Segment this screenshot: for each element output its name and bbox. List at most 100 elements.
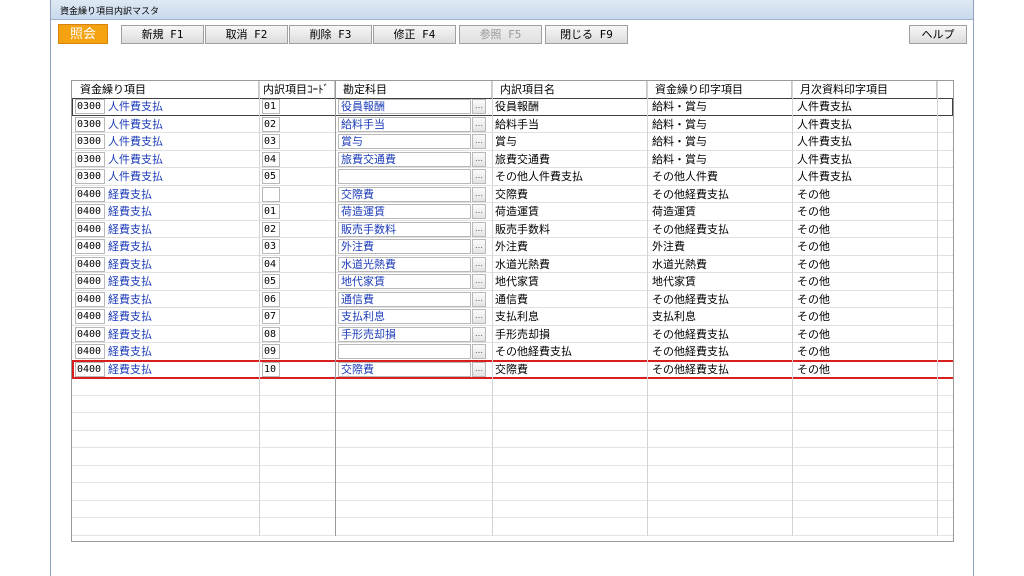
account-field[interactable]: 水道光熱費 (338, 256, 471, 272)
account-field[interactable]: 給料手当 (338, 116, 471, 132)
table-row[interactable]: 0300 人件費支払 04 旅費交通費… 旅費交通費 給料・賞与 人件費支払 (72, 151, 953, 168)
account-field[interactable]: 外注費 (338, 239, 471, 254)
cash-item-code-field[interactable]: 0400 (75, 256, 105, 272)
sub-code-field[interactable]: 05 (262, 274, 280, 289)
sub-code-field[interactable]: 02 (262, 116, 280, 132)
cash-item-code-field[interactable]: 0300 (75, 169, 105, 184)
account-lookup-button[interactable]: … (472, 361, 486, 377)
sub-code-field[interactable] (262, 186, 280, 202)
reference-button[interactable]: 参照 F5 (459, 25, 542, 44)
account-field[interactable] (338, 344, 471, 359)
account-lookup-button[interactable]: … (472, 344, 486, 359)
cash-item-code-field[interactable]: 0300 (75, 151, 105, 167)
delete-button[interactable]: 削除 F3 (289, 25, 372, 44)
cash-item-code-field[interactable]: 0400 (75, 204, 105, 219)
sub-code-field[interactable]: 03 (262, 239, 280, 254)
sub-code-field[interactable]: 04 (262, 151, 280, 167)
account-field[interactable]: 旅費交通費 (338, 151, 471, 167)
account-field[interactable]: 支払利息 (338, 309, 471, 324)
account-lookup-button[interactable]: … (472, 169, 486, 184)
table-row[interactable]: 0400 経費支払 02 販売手数料… 販売手数料 その他経費支払 その他 (72, 221, 953, 238)
account-lookup-button[interactable]: … (472, 256, 486, 272)
sub-code-field[interactable]: 01 (262, 204, 280, 219)
cash-item-code-field[interactable]: 0400 (75, 274, 105, 289)
empty-row[interactable] (72, 501, 953, 518)
table-row[interactable]: 0300 人件費支払 03 賞与… 賞与 給料・賞与 人件費支払 (72, 133, 953, 151)
sub-code-field[interactable]: 04 (262, 256, 280, 272)
edit-button[interactable]: 修正 F4 (373, 25, 456, 44)
table-row[interactable]: 0400 経費支払 06 通信費… 通信費 その他経費支払 その他 (72, 291, 953, 308)
account-field[interactable]: 役員報酬 (338, 99, 471, 114)
close-button[interactable]: 閉じる F9 (545, 25, 628, 44)
account-field[interactable]: 通信費 (338, 291, 471, 307)
account-field[interactable]: 地代家賃 (338, 274, 471, 289)
account-field[interactable]: 交際費 (338, 186, 471, 202)
table-row[interactable]: 0400 経費支払 01 荷造運賃… 荷造運賃 荷造運賃 その他 (72, 203, 953, 221)
table-row[interactable]: 0400 経費支払 交際費… 交際費 その他経費支払 その他 (72, 186, 953, 203)
empty-row[interactable] (72, 483, 953, 501)
sub-code-field[interactable]: 09 (262, 344, 280, 359)
cancel-button[interactable]: 取消 F2 (205, 25, 288, 44)
account-field[interactable]: 手形売却損 (338, 326, 471, 342)
account-field[interactable]: 荷造運賃 (338, 204, 471, 219)
cash-item-code-field[interactable]: 0400 (75, 344, 105, 359)
table-row[interactable]: 0400 経費支払 09 … その他経費支払 その他経費支払 その他 (72, 343, 953, 361)
cash-item-code-field[interactable]: 0300 (75, 134, 105, 149)
empty-row[interactable] (72, 448, 953, 466)
table-row[interactable]: 0400 経費支払 10 交際費… 交際費 その他経費支払 その他 (72, 361, 953, 378)
cash-item-code-field[interactable]: 0400 (75, 221, 105, 237)
cash-item-code-field[interactable]: 0400 (75, 239, 105, 254)
table-row[interactable]: 0300 人件費支払 02 給料手当… 給料手当 給料・賞与 人件費支払 (72, 116, 953, 133)
cash-item-code-field[interactable]: 0400 (75, 361, 105, 377)
sub-code-field[interactable]: 06 (262, 291, 280, 307)
help-button[interactable]: ヘルプ (909, 25, 967, 44)
grid-header: 資金繰り項目 内訳項目ｺｰﾄﾞ 勘定科目 内訳項目名 資金繰り印字項目 月次資料… (72, 81, 953, 98)
empty-row[interactable] (72, 518, 953, 536)
empty-row[interactable] (72, 378, 953, 396)
account-field[interactable]: 交際費 (338, 361, 471, 377)
account-lookup-button[interactable]: … (472, 99, 486, 114)
sub-code-field[interactable]: 05 (262, 169, 280, 184)
account-lookup-button[interactable]: … (472, 186, 486, 202)
new-button[interactable]: 新規 F1 (121, 25, 204, 44)
cash-item-code-field[interactable]: 0400 (75, 309, 105, 324)
account-lookup-button[interactable]: … (472, 221, 486, 237)
empty-row[interactable] (72, 413, 953, 431)
cash-item-code-field[interactable]: 0400 (75, 186, 105, 202)
account-field[interactable]: 賞与 (338, 134, 471, 149)
sub-code-field[interactable]: 03 (262, 134, 280, 149)
sub-code-field[interactable]: 08 (262, 326, 280, 342)
table-row[interactable]: 0400 経費支払 05 地代家賃… 地代家賃 地代家賃 その他 (72, 273, 953, 291)
table-row[interactable]: 0300 人件費支払 05… その他人件費支払 その他人件費 人件費支払 (72, 168, 953, 186)
table-row[interactable]: 0400 経費支払 04 水道光熱費… 水道光熱費 水道光熱費 その他 (72, 256, 953, 273)
account-lookup-button[interactable]: … (472, 291, 486, 307)
sub-code-field[interactable]: 02 (262, 221, 280, 237)
account-lookup-button[interactable]: … (472, 134, 486, 149)
sub-code-field[interactable]: 07 (262, 309, 280, 324)
account-field[interactable]: 販売手数料 (338, 221, 471, 237)
empty-row[interactable] (72, 466, 953, 483)
account-lookup-button[interactable]: … (472, 204, 486, 219)
sub-code-field[interactable]: 01 (262, 99, 280, 114)
sub-code-field[interactable]: 10 (262, 361, 280, 377)
breakdown-grid[interactable]: 資金繰り項目 内訳項目ｺｰﾄﾞ 勘定科目 内訳項目名 資金繰り印字項目 月次資料… (71, 80, 954, 542)
table-row[interactable]: 0400 経費支払 07 支払利息… 支払利息 支払利息 その他 (72, 308, 953, 326)
cash-item-code-field[interactable]: 0300 (75, 99, 105, 114)
account-lookup-button[interactable]: … (472, 326, 486, 342)
cash-item-code-field[interactable]: 0300 (75, 116, 105, 132)
account-lookup-button[interactable]: … (472, 151, 486, 167)
account-lookup-button[interactable]: … (472, 274, 486, 289)
table-row[interactable]: 0300 人件費支払 01 役員報酬… 役員報酬 給料・賞与 人件費支払 (72, 98, 953, 116)
print-item: その他経費支払 (652, 327, 729, 341)
account-lookup-button[interactable]: … (472, 239, 486, 254)
account-lookup-button[interactable]: … (472, 309, 486, 324)
cash-item-code-field[interactable]: 0400 (75, 291, 105, 307)
empty-row[interactable] (72, 396, 953, 413)
table-row[interactable]: 0400 経費支払 08 手形売却損… 手形売却損 その他経費支払 その他 (72, 326, 953, 343)
column-divider (259, 81, 260, 536)
account-field[interactable] (338, 169, 471, 184)
account-lookup-button[interactable]: … (472, 116, 486, 132)
empty-row[interactable] (72, 431, 953, 448)
table-row[interactable]: 0400 経費支払 03 外注費… 外注費 外注費 その他 (72, 238, 953, 256)
cash-item-code-field[interactable]: 0400 (75, 326, 105, 342)
